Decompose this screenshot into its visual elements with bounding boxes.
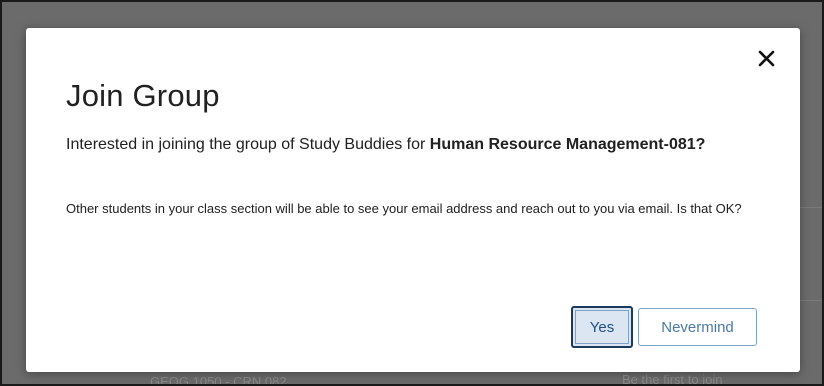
screen: GEOG 1050 - CRN 082 Be the first to join… [0, 0, 824, 386]
close-button[interactable] [754, 46, 778, 70]
join-group-dialog: Join Group Interested in joining the gro… [26, 28, 800, 372]
dialog-notice: Other students in your class section wil… [66, 201, 742, 216]
background-join-label: Be the first to join [622, 372, 723, 386]
question-text: Interested in joining the group of Study… [66, 136, 430, 153]
nevermind-button[interactable]: Nevermind [638, 308, 757, 346]
background-divider [800, 300, 822, 301]
course-name: Human Resource Management-081? [429, 136, 706, 153]
dialog-title: Join Group [66, 78, 220, 113]
close-icon [758, 50, 774, 66]
background-course-label: GEOG 1050 - CRN 082 [150, 374, 287, 386]
yes-button[interactable]: Yes [571, 306, 633, 348]
dialog-question: Interested in joining the group of Study… [66, 132, 726, 157]
background-divider [800, 207, 822, 208]
